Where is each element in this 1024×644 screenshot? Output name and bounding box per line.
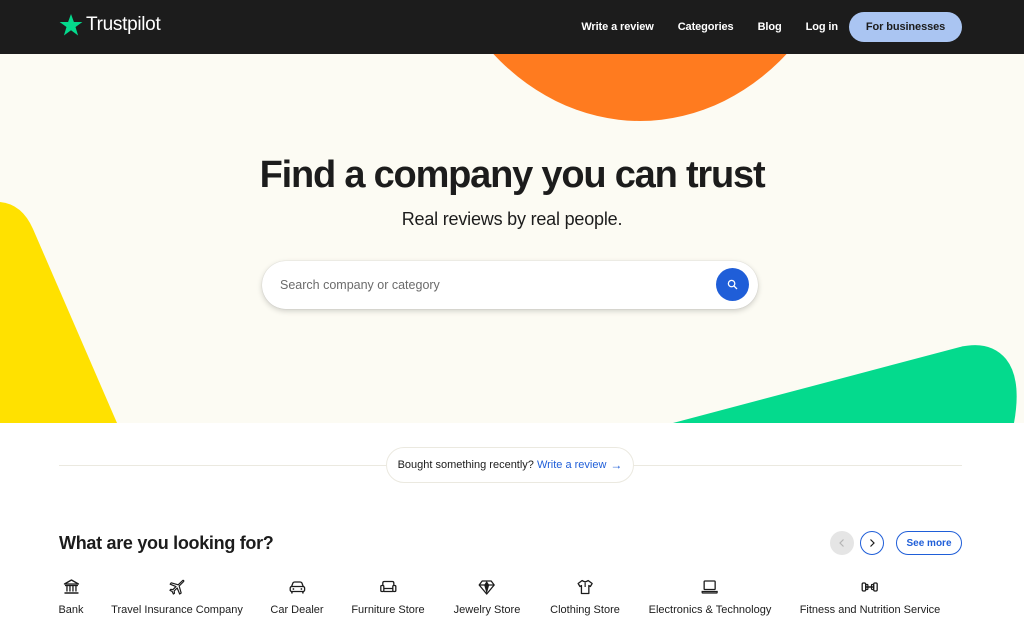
category-bank[interactable]: Bank [58, 578, 84, 616]
category-label: Fitness and Nutrition Service [799, 604, 941, 616]
top-navigation-bar: Trustpilot Write a review Categories Blo… [0, 0, 1024, 54]
green-decorative-shape [673, 345, 1017, 423]
category-jewelry-store[interactable]: Jewelry Store [453, 578, 521, 616]
write-review-link[interactable]: Write a review → [537, 458, 622, 472]
category-label: Clothing Store [550, 604, 620, 616]
star-icon [59, 14, 83, 36]
car-icon [289, 581, 305, 594]
carousel-next-button[interactable] [860, 531, 884, 555]
nav-login[interactable]: Log in [806, 21, 838, 33]
search-button[interactable] [716, 268, 749, 301]
sofa-icon [379, 580, 397, 593]
chevron-right-icon [870, 539, 875, 547]
laptop-icon [701, 580, 719, 594]
category-clothing-store[interactable]: Clothing Store [550, 578, 620, 616]
write-review-link-label: Write a review [536, 459, 607, 471]
see-more-button[interactable]: See more [896, 531, 962, 555]
for-businesses-button[interactable]: For businesses [849, 12, 962, 42]
nav-categories[interactable]: Categories [678, 21, 734, 33]
main-nav: Write a review Categories Blog Log in Fo… [581, 12, 962, 42]
category-electronics-technology[interactable]: Electronics & Technology [648, 578, 772, 616]
prompt-text: Bought something recently? [397, 459, 534, 471]
category-travel-insurance[interactable]: Travel Insurance Company [111, 578, 243, 616]
dumbbell-icon [861, 582, 879, 592]
diamond-icon [478, 580, 496, 595]
arrow-right-icon: → [610, 458, 623, 472]
category-furniture-store[interactable]: Furniture Store [351, 578, 425, 616]
category-label: Jewelry Store [453, 604, 521, 616]
hero-section: Find a company you can trust Real review… [0, 54, 1024, 423]
hero-subtitle: Real reviews by real people. [401, 209, 623, 229]
categories-section-title: What are you looking for? [59, 533, 274, 553]
nav-write-review[interactable]: Write a review [581, 21, 653, 33]
carousel-prev-button[interactable] [830, 531, 854, 555]
search-icon [727, 279, 738, 290]
category-label: Furniture Store [351, 604, 425, 616]
chevron-left-icon [839, 539, 844, 547]
brand-name: Trustpilot [86, 14, 161, 35]
category-label: Electronics & Technology [648, 604, 772, 616]
category-label: Bank [58, 604, 84, 616]
shirt-icon [577, 579, 593, 595]
category-label: Travel Insurance Company [111, 604, 243, 616]
trustpilot-logo[interactable]: Trustpilot [59, 13, 161, 37]
category-car-dealer[interactable]: Car Dealer [270, 578, 324, 616]
bank-icon [63, 579, 79, 594]
search-bar [262, 261, 758, 309]
category-label: Car Dealer [270, 604, 324, 616]
search-input[interactable] [280, 273, 700, 297]
airplane-icon [169, 579, 185, 595]
write-review-prompt: Bought something recently? Write a revie… [386, 447, 634, 483]
hero-title: Find a company you can trust [259, 154, 766, 196]
category-fitness-nutrition[interactable]: Fitness and Nutrition Service [799, 578, 941, 616]
nav-blog[interactable]: Blog [758, 21, 782, 33]
